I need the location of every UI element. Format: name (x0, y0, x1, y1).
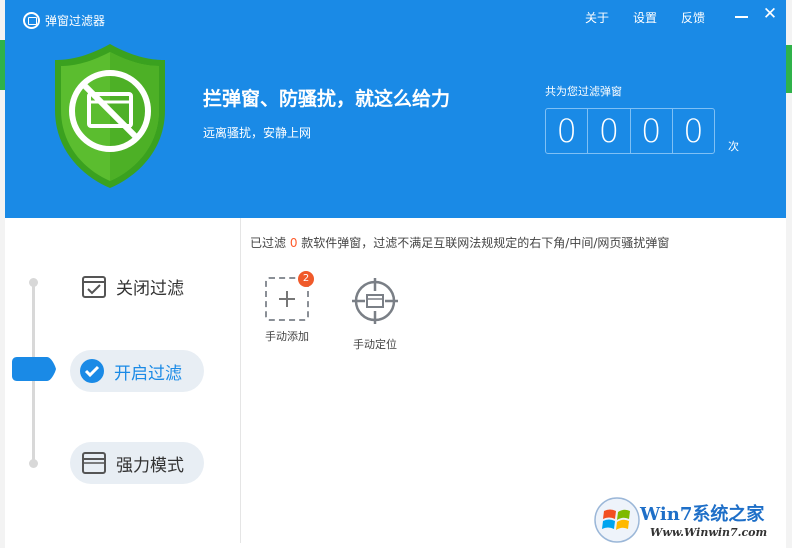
checkbox-window-icon (82, 275, 106, 298)
hero-subline: 远离骚扰，安静上网 (203, 126, 312, 140)
check-circle-icon (80, 359, 104, 383)
counter-unit: 次 (728, 140, 739, 153)
info-prefix: 已过滤 (250, 236, 290, 250)
rail-dot (29, 278, 38, 287)
window-title: 弹窗过滤器 (45, 14, 106, 28)
counter-digit: 0 (629, 109, 672, 153)
watermark-url: Www.Winwin7.com (650, 526, 768, 539)
mode-strong-button[interactable]: 强力模式 (70, 442, 204, 484)
feedback-link[interactable]: 反馈 (681, 9, 705, 26)
notification-badge: 2 (298, 271, 314, 287)
mode-on-button[interactable]: 开启过滤 (70, 350, 204, 392)
shield-no-popup-icon (55, 44, 165, 188)
info-suffix: 款软件弹窗，过滤不满足互联网法规规定的右下角/中间/网页骚扰弹窗 (297, 236, 670, 250)
manual-locate-label: 手动定位 (353, 338, 397, 351)
manual-add-label: 手动添加 (265, 330, 309, 343)
mode-strong-label: 强力模式 (116, 455, 184, 476)
hero-headline: 拦弹窗、防骚扰，就这么给力 (203, 88, 451, 110)
crosshair-icon (352, 278, 398, 324)
rail-dot (29, 459, 38, 468)
counter-digit: 0 (556, 112, 577, 150)
counter-digit: 0 (671, 109, 714, 153)
app-logo-icon (23, 12, 40, 29)
desktop-right-edge (786, 0, 792, 548)
counter-digit: 0 (587, 109, 629, 153)
minimize-button[interactable] (735, 16, 748, 18)
close-button[interactable]: ✕ (762, 6, 778, 23)
manual-locate-button[interactable]: 手动定位 (340, 277, 410, 352)
header-banner: 弹窗过滤器 关于 设置 反馈 ✕ 拦弹窗、防骚扰，就这么给力 远离骚扰，安静上网… (5, 0, 786, 218)
filter-info-text: 已过滤 0 款软件弹窗，过滤不满足互联网法规规定的右下角/中间/网页骚扰弹窗 (250, 234, 669, 251)
windows-logo-icon (594, 497, 640, 543)
settings-link[interactable]: 设置 (633, 9, 657, 26)
mode-off-button[interactable]: 关闭过滤 (82, 274, 184, 299)
counter-label: 共为您过滤弹窗 (545, 85, 622, 98)
mode-off-label: 关闭过滤 (116, 279, 184, 299)
about-link[interactable]: 关于 (585, 9, 609, 26)
active-mode-marker-icon (12, 357, 56, 381)
watermark-title: Win7系统之家 (640, 504, 765, 525)
sidebar-divider (240, 218, 241, 543)
manual-add-button[interactable]: 手动添加 (252, 277, 322, 344)
mode-on-label: 开启过滤 (114, 363, 182, 384)
filtered-counter: 0 0 0 0 (545, 108, 715, 154)
window-icon (82, 452, 106, 474)
popup-filter-window: 弹窗过滤器 关于 设置 反馈 ✕ 拦弹窗、防骚扰，就这么给力 远离骚扰，安静上网… (0, 0, 792, 548)
